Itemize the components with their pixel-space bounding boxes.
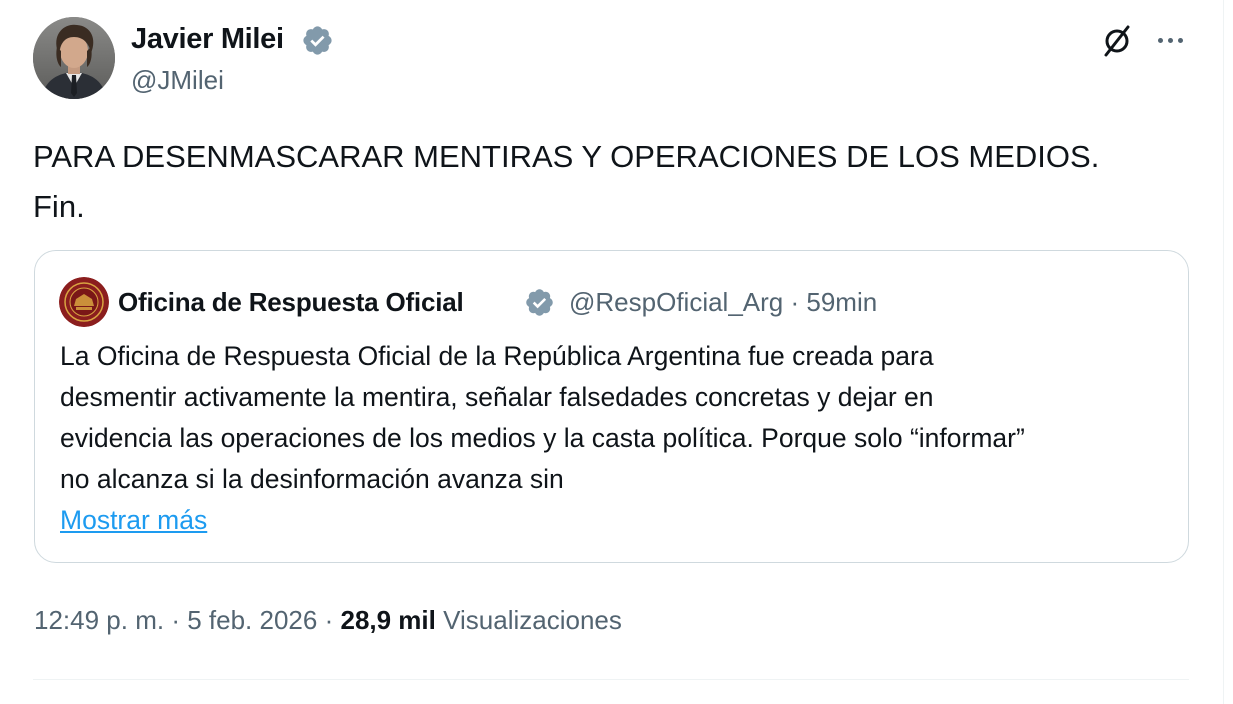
author-handle[interactable]: @JMilei — [131, 64, 224, 96]
tweet-page: Javier Milei @JMilei PARA DESENMASCARAR … — [0, 0, 1233, 704]
quoted-text-line: evidencia las operaciones de los medios … — [60, 423, 1025, 453]
tweet-text-line: PARA DESENMASCARAR MENTIRAS Y OPERACIONE… — [33, 139, 1100, 174]
quoted-author-name[interactable]: Oficina de Respuesta Oficial — [118, 286, 464, 318]
divider — [33, 679, 1189, 680]
views-count[interactable]: 28,9 mil — [340, 605, 435, 635]
column-border — [1223, 0, 1224, 704]
quoted-text-line: desmentir activamente la mentira, señala… — [60, 382, 934, 412]
show-more-link[interactable]: Mostrar más — [60, 500, 207, 541]
more-horizontal-icon — [1167, 37, 1173, 43]
meta-separator: · — [324, 605, 334, 635]
verified-badge-icon[interactable] — [524, 287, 555, 318]
author-name[interactable]: Javier Milei — [131, 22, 284, 56]
quoted-tweet-meta: @RespOficial_Arg · 59min — [569, 286, 877, 318]
quoted-text-line: no alcanza si la desinformación avanza s… — [60, 464, 564, 494]
meta-separator: · — [171, 605, 180, 635]
meta-separator: · — [790, 287, 800, 317]
tweet-text: PARA DESENMASCARAR MENTIRAS Y OPERACIONE… — [33, 132, 1183, 232]
avatar-image — [33, 17, 115, 99]
more-options-button[interactable] — [1150, 20, 1190, 60]
quoted-tweet-text: La Oficina de Respuesta Oficial de la Re… — [60, 336, 1185, 500]
verified-badge-icon[interactable] — [301, 24, 334, 57]
more-horizontal-icon — [1157, 37, 1163, 43]
quoted-author-avatar[interactable] — [59, 277, 109, 327]
quoted-tweet-time[interactable]: 59min — [806, 287, 877, 317]
quoted-author-handle[interactable]: @RespOficial_Arg — [569, 287, 783, 317]
seal-avatar-image — [59, 277, 109, 327]
tweet-meta: 12:49 p. m. · 5 feb. 2026 · 28,9 mil Vis… — [34, 602, 622, 638]
views-label[interactable]: Visualizaciones — [443, 605, 622, 635]
more-horizontal-icon — [1177, 37, 1183, 43]
tweet-date[interactable]: 5 feb. 2026 — [187, 605, 317, 635]
quoted-text-line: La Oficina de Respuesta Oficial de la Re… — [60, 341, 934, 371]
tweet-text-line: Fin. — [33, 189, 85, 224]
grok-icon[interactable] — [1097, 20, 1137, 60]
tweet-time[interactable]: 12:49 p. m. — [34, 605, 164, 635]
author-avatar[interactable] — [33, 17, 115, 99]
